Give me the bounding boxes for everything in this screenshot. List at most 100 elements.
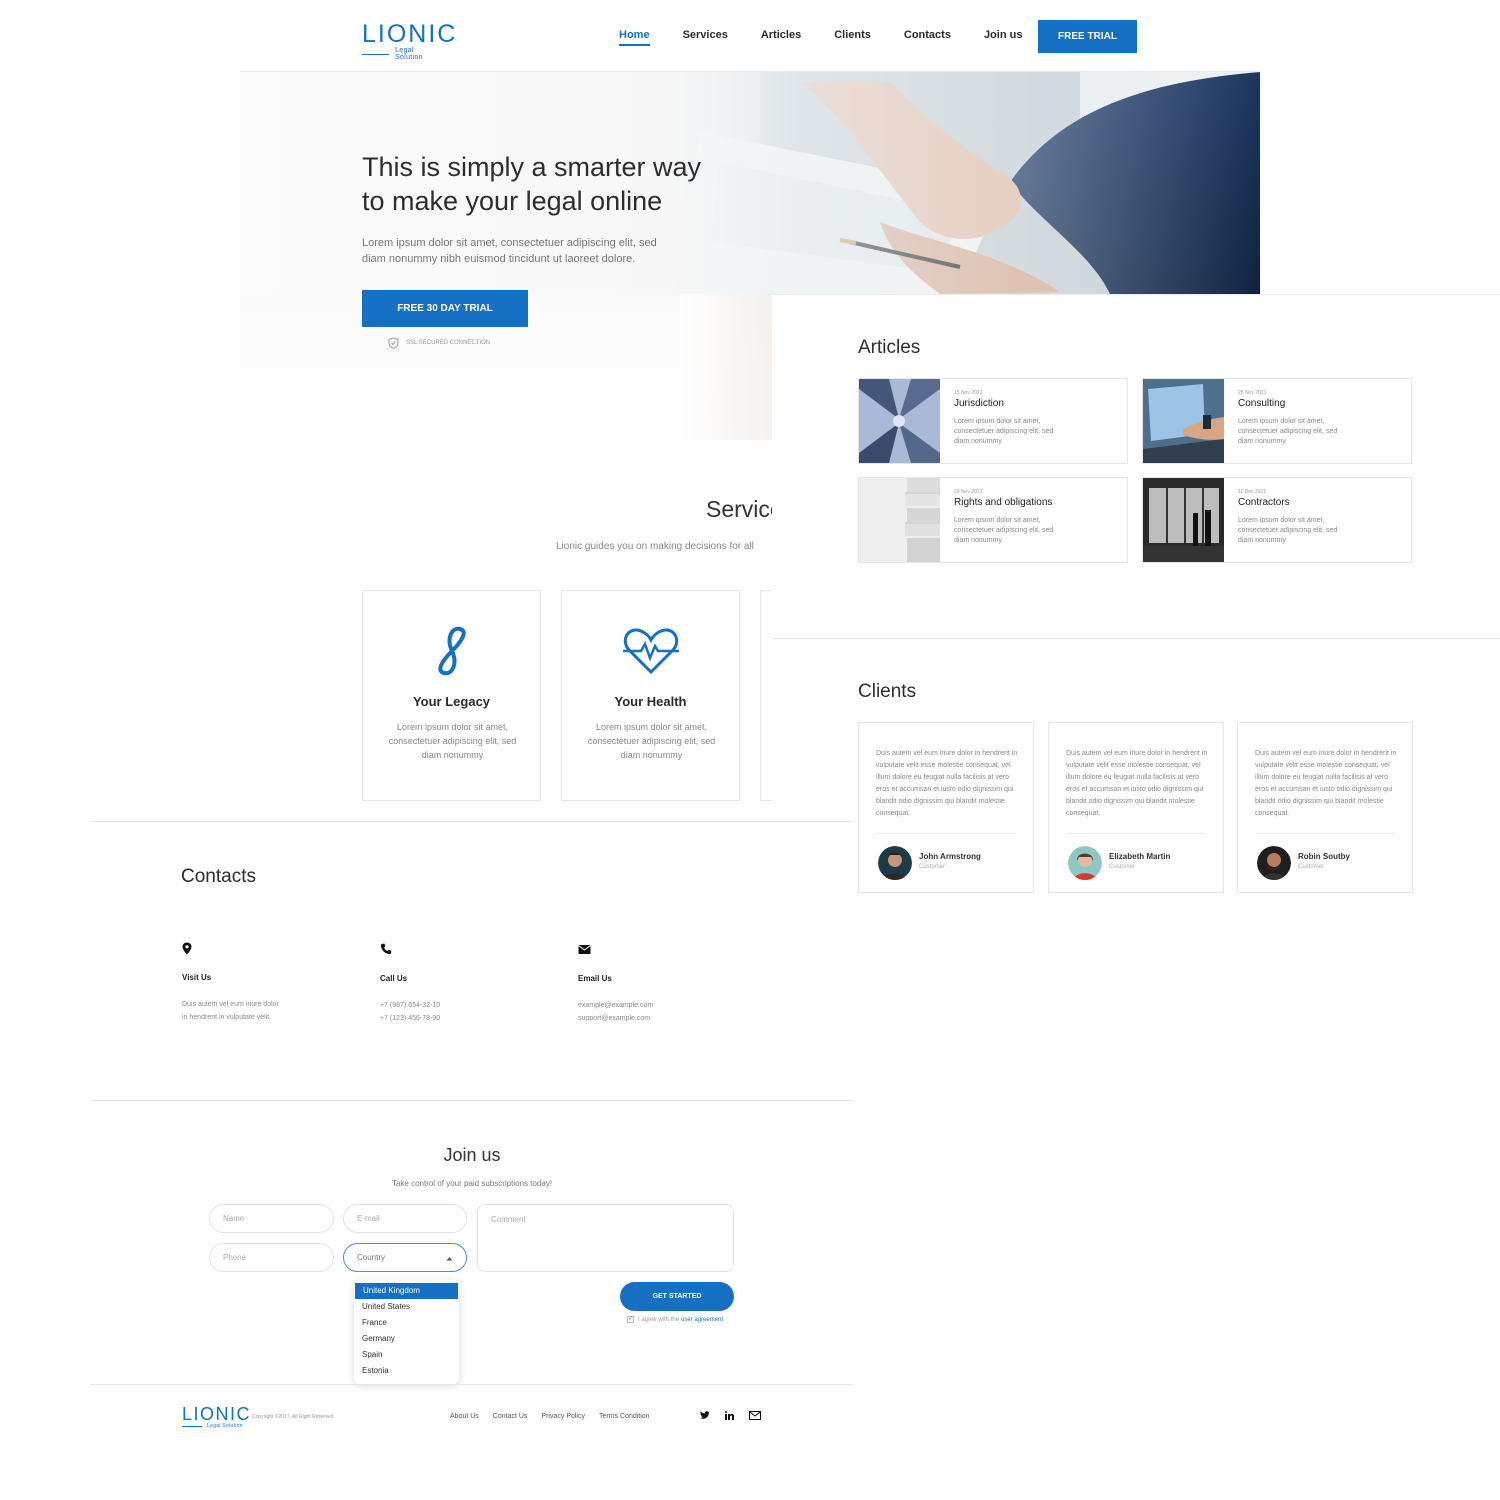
article-card-jurisdiction[interactable]: 15 Nov 2021 Jurisdiction Lorem ipsum dol… [858,378,1128,464]
nav-services[interactable]: Services [683,29,728,46]
footer-link-terms[interactable]: Terms Condition [599,1413,650,1420]
article-title: Consulting [1238,398,1286,409]
service-card-legacy[interactable]: Your Legacy Lorem ipsum dolor sit amet, … [362,590,541,801]
contact-label: Visit Us [182,973,212,982]
contact-detail: +7 (987) 654-32-10 +7 (123) 456-78-90 [380,999,540,1025]
hero-lower-fade-right [680,294,772,440]
article-date: 29 Nov 2021 [954,489,983,495]
contacts-title: Contacts [181,866,256,887]
article-date: 11 Dec 2021 [1238,489,1266,495]
client-role: Customer [1109,864,1136,870]
country-option[interactable]: France [354,1315,459,1331]
footer-links: About Us Contact Us Privacy Policy Terms… [450,1413,650,1420]
contact-label: Email Us [578,974,612,983]
linkedin-icon[interactable] [725,1411,734,1420]
contact-line: in hendrerit in vulputate velit. [182,1014,272,1021]
nav-articles[interactable]: Articles [761,29,801,46]
name-field[interactable]: Name [209,1204,334,1233]
hero-desc-line2: diam nonummy nibh euismod tincidunt ut l… [362,253,636,265]
contact-visit: Visit Us Duis autem vel eum iriure dolor… [182,942,342,1024]
article-card-consulting[interactable]: 28 Nov 2021 Consulting Lorem ipsum dolor… [1142,378,1412,464]
logo-wordmark: LIONIC [362,20,458,48]
country-dropdown: United Kingdom United States France Germ… [354,1280,459,1384]
country-option[interactable]: Spain [354,1347,459,1363]
nav-contacts[interactable]: Contacts [904,29,951,46]
article-card-rights[interactable]: 29 Nov 2021 Rights and obligations Lorem… [858,477,1128,563]
services-subtitle: Lionic guides you on making decisions fo… [556,541,754,552]
article-title: Contractors [1238,497,1290,508]
user-agreement-link[interactable]: user agreement [681,1317,723,1323]
footer-social [700,1411,761,1420]
client-card: Duis autem vel eum iriure dolor in hendr… [858,722,1034,893]
avatar [878,846,912,880]
hero-description: Lorem ipsum dolor sit amet, consectetuer… [362,235,682,267]
client-role: Customer [919,864,946,870]
article-title: Jurisdiction [954,398,1005,409]
contact-phone[interactable]: +7 (123) 456-78-90 [380,1012,540,1025]
free-trial-button[interactable]: FREE TRIAL [1038,20,1137,53]
article-title: Rights and obligations [954,497,1053,508]
hero-title: This is simply a smarter way to make you… [362,150,722,218]
client-name: Elizabeth Martin [1109,852,1171,861]
nav-clients[interactable]: Clients [834,29,871,46]
article-date: 15 Nov 2021 [954,390,983,396]
contact-line: Duis autem vel eum iriure dolor [182,1001,279,1008]
country-select[interactable]: Country [343,1243,467,1272]
country-option[interactable]: United Kingdom [355,1283,458,1299]
article-image [859,379,940,463]
article-desc: Lorem ipsum dolor sit amet, consectetuer… [1238,517,1338,544]
contact-email-address[interactable]: support@example.com [578,1012,738,1025]
contact-detail: Duis autem vel eum iriure dolor in hendr… [182,998,342,1024]
client-divider [876,833,1016,834]
country-select-value: Country [357,1253,386,1262]
footer-logo[interactable]: LIONIC Legal Solution [182,1404,250,1429]
hero-desc-line1: Lorem ipsum dolor sit amet, consectetuer… [362,237,657,249]
logo-underline [182,1425,202,1427]
client-name: Robin Soutby [1298,852,1350,861]
nav-home[interactable]: Home [619,29,650,46]
clients-panel: Clients Duis autem vel eum iriure dolor … [772,638,1500,908]
service-card-health[interactable]: Your Health Lorem ipsum dolor sit amet, … [561,590,740,801]
country-option[interactable]: United States [354,1299,459,1315]
articles-panel: Articles 15 Nov 2021 Jurisdiction Lorem … [772,294,1500,639]
get-started-button[interactable]: GET STARTED [620,1282,734,1311]
agreement-checkbox[interactable]: ✓ [627,1316,634,1323]
client-quote: Duis autem vel eum iriure dolor in hendr… [876,750,1018,817]
footer-link-about[interactable]: About Us [450,1413,479,1420]
mail-icon [578,945,591,954]
contact-call: Call Us +7 (987) 654-32-10 +7 (123) 456-… [380,942,540,1025]
email-field[interactable]: E-mail [343,1204,467,1233]
service-card-partial [760,590,772,801]
footer-link-privacy[interactable]: Privacy Policy [541,1413,585,1420]
article-image [1143,478,1224,562]
contact-phone[interactable]: +7 (987) 654-32-10 [380,999,540,1012]
logo-tagline: Legal Solution [395,47,423,61]
country-option[interactable]: Germany [354,1331,459,1347]
article-date: 28 Nov 2021 [1238,390,1267,396]
header-logo[interactable]: LIONIC Legal Solution [362,20,458,61]
article-card-contractors[interactable]: 11 Dec 2021 Contractors Lorem ipsum dolo… [1142,477,1412,563]
ssl-note: SSL SECURED CONNECTION [388,337,490,349]
mail-icon[interactable] [749,1411,761,1420]
location-pin-icon [182,942,192,955]
infinity-icon [438,626,466,676]
nav-join-us[interactable]: Join us [984,29,1023,46]
client-card: Duis autem vel eum iriure dolor in hendr… [1237,722,1413,893]
agreement-row: ✓ I agree with the user agreement [627,1316,723,1323]
article-image [1143,379,1224,463]
client-role: Customer [1298,864,1325,870]
free-30-day-trial-button[interactable]: FREE 30 DAY TRIAL [362,290,528,327]
article-desc: Lorem ipsum dolor sit amet, consectetuer… [1238,418,1338,445]
twitter-icon[interactable] [700,1411,710,1420]
comment-field[interactable]: Comment [477,1204,734,1272]
article-image [859,478,940,562]
footer-link-contact[interactable]: Contact Us [493,1413,528,1420]
country-option[interactable]: Estonia [354,1363,459,1379]
service-title: Your Health [614,694,687,709]
contacts-top-divider [90,821,853,822]
phone-field[interactable]: Phone [209,1243,334,1272]
client-card: Duis autem vel eum iriure dolor in hendr… [1048,722,1224,893]
contact-email-address[interactable]: example@example.com [578,999,738,1012]
logo-tagline: Legal Solution [207,1423,243,1429]
join-title: Join us [443,1145,501,1165]
